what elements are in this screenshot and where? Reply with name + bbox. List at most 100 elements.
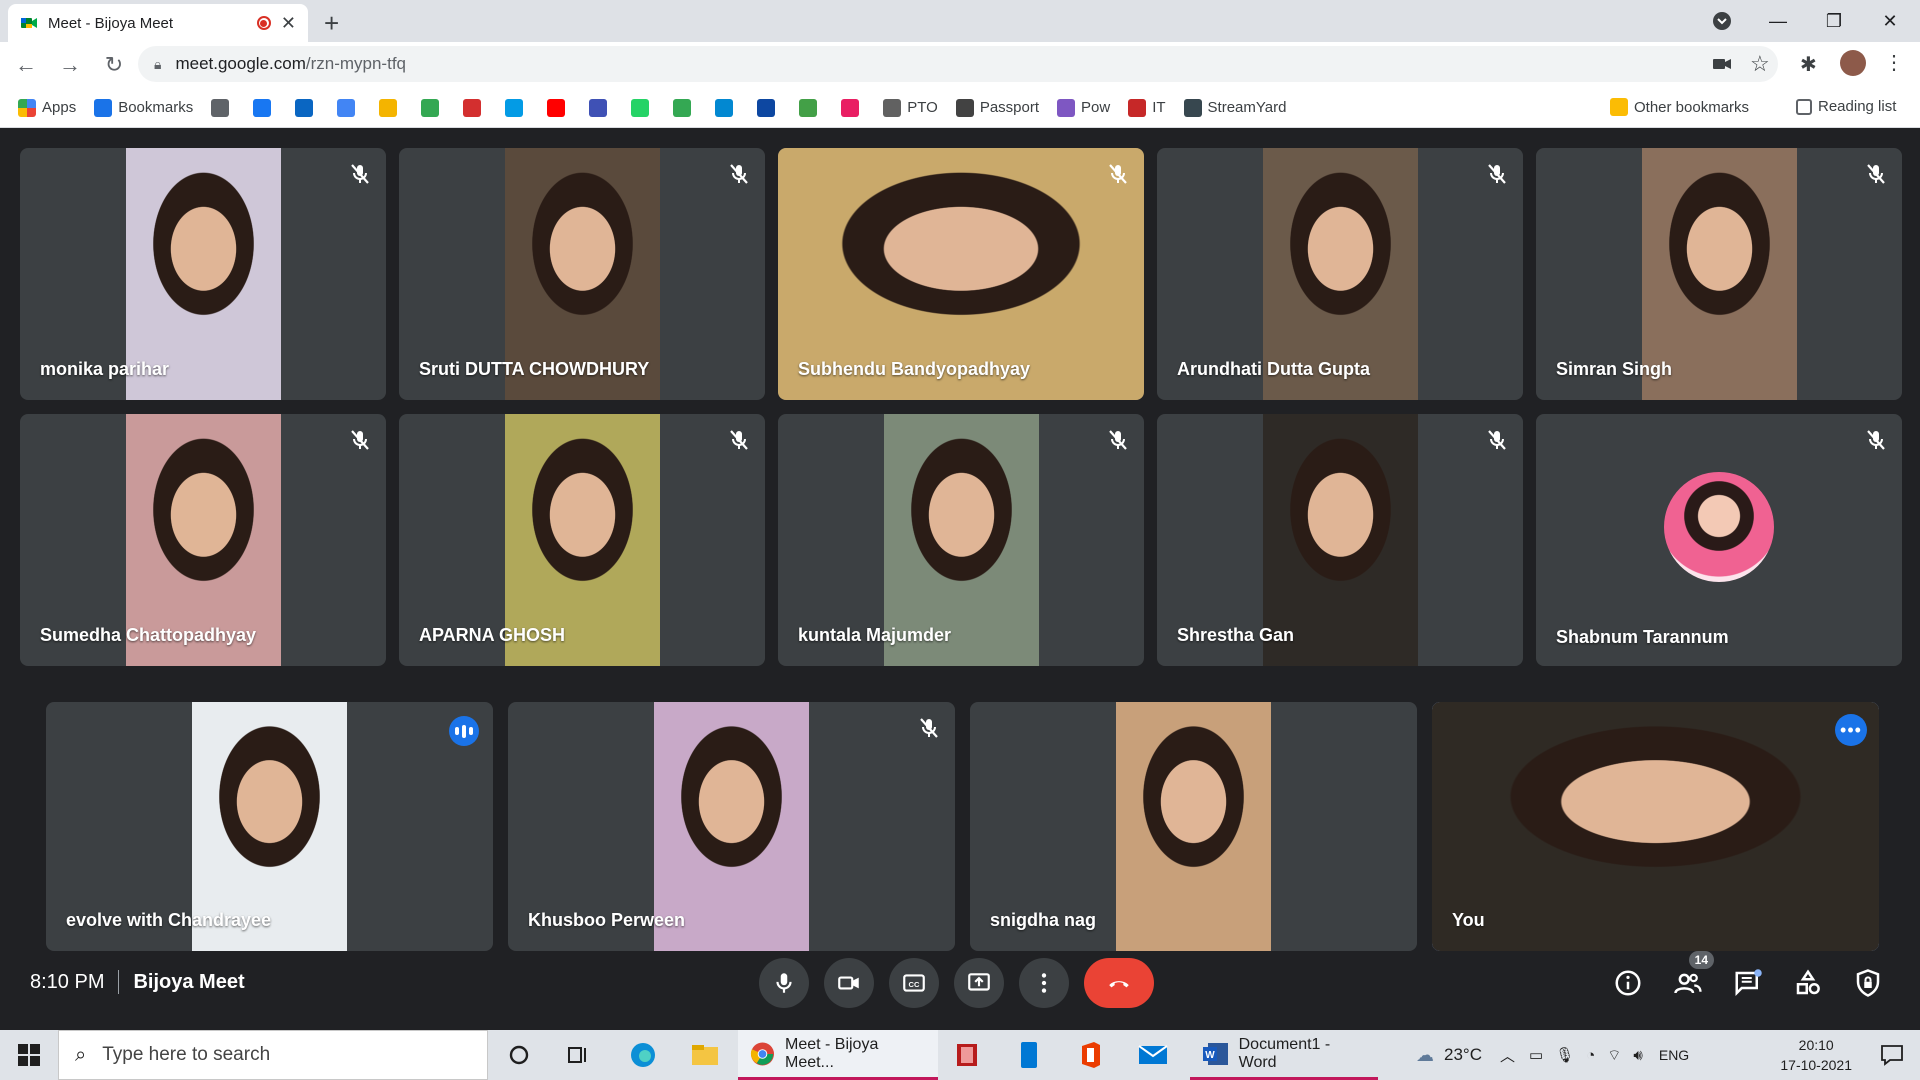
bookmark-item[interactable] [673,98,697,117]
bookmark-item[interactable] [715,98,739,117]
tile-more-options-icon[interactable]: ••• [1835,714,1867,746]
forward-icon[interactable]: → [52,47,88,83]
present-screen-button[interactable] [954,958,1004,1008]
camera-in-use-icon[interactable] [1712,54,1732,79]
task-view-icon[interactable] [562,1038,596,1072]
bookmark-item[interactable] [253,98,277,117]
bookmark-item[interactable]: PTO [883,98,938,117]
taskbar-search[interactable]: ⌕ Type here to search [58,1030,488,1080]
cortana-icon[interactable] [502,1038,536,1072]
bookmark-item[interactable]: Apps [18,98,76,117]
language-indicator[interactable]: ENG [1659,1047,1689,1063]
participant-tile[interactable]: Khusboo Perween [508,702,955,951]
bookmark-item[interactable] [799,98,823,117]
captions-button[interactable]: CC [889,958,939,1008]
leave-call-button[interactable] [1084,958,1154,1008]
meeting-details-button[interactable] [1610,965,1646,1001]
activities-shapes-icon [1796,969,1820,995]
start-button[interactable] [0,1030,58,1080]
bookmark-item[interactable] [211,98,235,117]
self-video-tile[interactable]: ••• You [1432,702,1879,951]
wifi-icon[interactable]: ⌔ [1607,1046,1621,1065]
bookmark-favicon-icon [18,98,36,117]
bookmark-item[interactable] [379,98,403,117]
menu-kebab-icon[interactable]: ⋮ [1884,50,1904,75]
mic-muted-icon [727,162,751,186]
bookmark-star-icon[interactable]: ☆ [1750,51,1770,77]
reload-icon[interactable]: ↻ [96,47,132,83]
participant-tile[interactable]: APARNA GHOSH [399,414,765,666]
bookmark-item[interactable] [295,98,319,117]
clock[interactable]: 20:10 17-10-2021 [1780,1035,1852,1075]
participants-button[interactable]: 14 [1670,951,1714,1001]
taskbar-word[interactable]: W Document1 - Word [1190,1030,1378,1080]
minimize-icon[interactable]: — [1758,6,1798,36]
file-explorer-icon[interactable] [688,1038,722,1072]
chevron-up-icon[interactable]: ︿ [1500,1045,1515,1066]
bookmark-item[interactable]: IT [1128,98,1166,117]
camera-button[interactable] [824,958,874,1008]
profile-avatar[interactable] [1840,50,1866,76]
participant-tile[interactable]: Shrestha Gan [1157,414,1523,666]
chat-button[interactable] [1730,965,1766,1001]
battery-icon[interactable]: ▭ [1529,1046,1543,1064]
new-tab-button[interactable]: + [324,8,339,39]
participant-tile[interactable]: monika parihar [20,148,386,400]
bookmark-item[interactable] [757,98,781,117]
recording-icon [256,16,271,30]
temperature[interactable]: 23°C [1444,1045,1482,1065]
extensions-icon[interactable]: ✱ [1800,52,1817,77]
participant-tile[interactable]: Arundhati Dutta Gupta [1157,148,1523,400]
address-bar[interactable]: 🔒︎ meet.google.com/rzn-mypn-tfq [138,46,1778,82]
bookmark-item[interactable]: Passport [955,98,1039,117]
bookmark-item[interactable]: Bookmarks [94,98,193,117]
bookmark-item[interactable] [505,98,529,117]
bookmark-item[interactable] [463,98,487,117]
bookmark-item[interactable] [337,98,361,117]
notifications-icon[interactable] [1880,1044,1904,1071]
bookmark-item[interactable] [841,98,865,117]
host-controls-button[interactable] [1850,965,1886,1001]
back-icon[interactable]: ← [8,47,44,83]
participant-tile[interactable]: Shabnum Tarannum [1536,414,1902,666]
participant-tile[interactable]: Subhendu Bandyopadhyay [778,148,1144,400]
more-options-button[interactable] [1019,958,1069,1008]
participant-tile[interactable]: Sruti DUTTA CHOWDHURY [399,148,765,400]
network-icon[interactable]: ◔ [1586,1047,1595,1064]
tab-search-icon[interactable] [1702,6,1742,36]
bookmark-favicon-icon [94,98,113,117]
tab-title: Meet - Bijoya Meet [48,14,174,32]
participant-tile[interactable]: snigdha nag [970,702,1417,951]
close-window-icon[interactable]: ✕ [1870,6,1910,36]
bookmark-favicon-icon [421,98,440,117]
participant-tile[interactable]: evolve with Chandrayee [46,702,493,951]
bookmark-item[interactable]: StreamYard [1183,98,1286,117]
office-icon[interactable] [1074,1038,1108,1072]
other-bookmarks[interactable]: Other bookmarks [1610,98,1749,116]
bookmark-item[interactable] [589,98,613,117]
volume-icon[interactable]: 🔊︎ [1633,1047,1642,1064]
tab-meet[interactable]: Meet - Bijoya Meet ✕ [8,4,308,42]
participant-tile[interactable]: kuntala Majumder [778,414,1144,666]
reading-list[interactable]: Reading list [1796,98,1896,115]
restore-icon[interactable]: ❐ [1814,6,1854,36]
edge-icon[interactable] [626,1038,660,1072]
bookmark-label: PTO [907,99,938,116]
divider [118,970,120,994]
bookmark-favicon-icon [757,98,776,117]
activities-button[interactable] [1790,965,1826,1001]
taskbar-chrome-meet[interactable]: Meet - Bijoya Meet... [738,1030,938,1080]
phone-app-icon[interactable] [1012,1038,1046,1072]
winrar-icon[interactable] [950,1038,984,1072]
bookmark-item[interactable] [547,98,571,117]
bookmark-item[interactable] [631,98,655,117]
bookmark-item[interactable]: Pow [1057,98,1110,117]
microphone-button[interactable] [759,958,809,1008]
mail-icon[interactable] [1136,1038,1170,1072]
microphone-tray-icon[interactable]: 🎙︎ [1555,1046,1574,1064]
participant-tile[interactable]: Simran Singh [1536,148,1902,400]
bookmark-item[interactable] [421,98,445,117]
participant-tile[interactable]: Sumedha Chattopadhyay [20,414,386,666]
close-tab-icon[interactable]: ✕ [281,13,296,34]
weather-icon[interactable]: ☁︎ [1416,1045,1434,1066]
